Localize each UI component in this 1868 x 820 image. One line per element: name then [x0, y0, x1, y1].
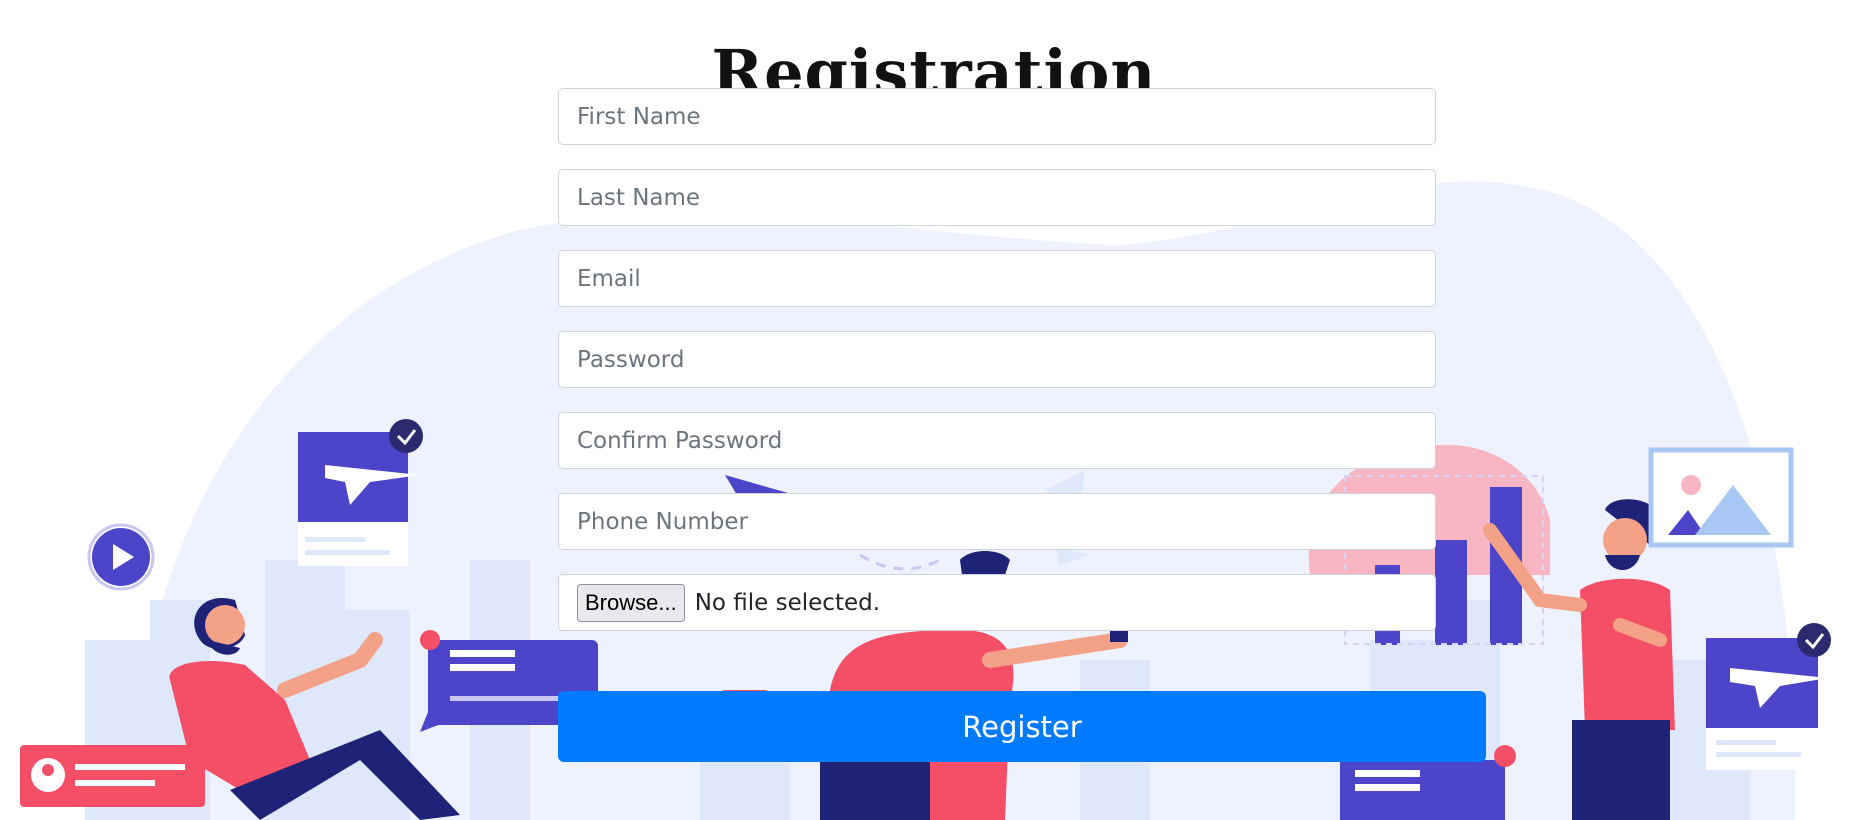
phone-number-input[interactable]: [558, 493, 1436, 550]
user-card-icon: [20, 745, 205, 807]
plane-card-right-icon: [1706, 623, 1831, 770]
email-input[interactable]: [558, 250, 1436, 307]
browse-button[interactable]: Browse...: [577, 583, 685, 622]
file-input[interactable]: Browse... No file selected.: [558, 574, 1436, 631]
first-name-input[interactable]: [558, 88, 1436, 145]
image-frame-icon: [1648, 447, 1794, 548]
password-input[interactable]: [558, 331, 1436, 388]
play-icon: [87, 523, 155, 591]
register-button[interactable]: Register: [558, 691, 1486, 762]
last-name-input[interactable]: [558, 169, 1436, 226]
confirm-password-input[interactable]: [558, 412, 1436, 469]
registration-form: Browse... No file selected.: [558, 88, 1436, 631]
file-status-text: No file selected.: [694, 589, 881, 616]
plane-card-icon: [298, 419, 423, 566]
